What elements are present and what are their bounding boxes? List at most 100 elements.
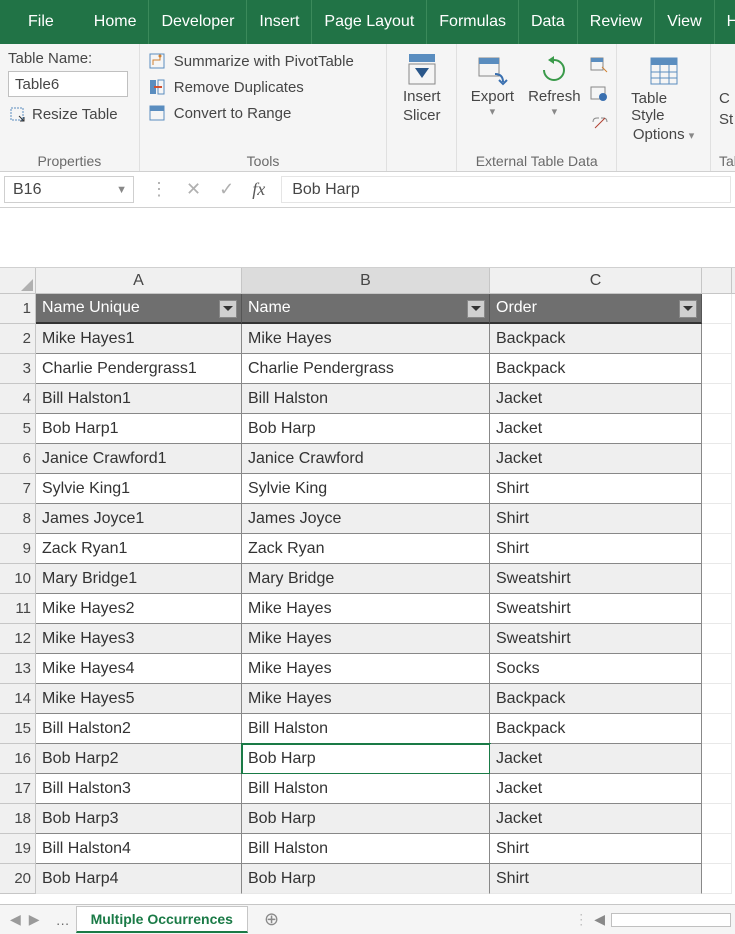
name-box[interactable]: B16 ▼	[4, 176, 134, 203]
tab-page-layout[interactable]: Page Layout	[312, 0, 427, 44]
cell-B13[interactable]: Mike Hayes	[242, 654, 490, 684]
cell-A19[interactable]: Bill Halston4	[36, 834, 242, 864]
sheet-overflow-icon[interactable]: …	[50, 912, 76, 928]
cell-C7[interactable]: Shirt	[490, 474, 702, 504]
row-header-15[interactable]: 15	[0, 714, 36, 744]
sheet-nav-prev-icon[interactable]: ◀	[10, 911, 21, 928]
resize-table-button[interactable]: Resize Table	[8, 105, 131, 123]
cell-B3[interactable]: Charlie Pendergrass	[242, 354, 490, 384]
cell-A3[interactable]: Charlie Pendergrass1	[36, 354, 242, 384]
cell-A13[interactable]: Mike Hayes4	[36, 654, 242, 684]
cell-empty[interactable]	[702, 474, 732, 504]
row-header-4[interactable]: 4	[0, 384, 36, 414]
sheet-nav-next-icon[interactable]: ▶	[29, 911, 40, 928]
cell-A14[interactable]: Mike Hayes5	[36, 684, 242, 714]
cell-C15[interactable]: Backpack	[490, 714, 702, 744]
row-header-12[interactable]: 12	[0, 624, 36, 654]
cell-A15[interactable]: Bill Halston2	[36, 714, 242, 744]
cell-B8[interactable]: James Joyce	[242, 504, 490, 534]
row-header-1[interactable]: 1	[0, 294, 36, 324]
cell-empty[interactable]	[702, 294, 732, 324]
table-name-input[interactable]	[8, 71, 128, 97]
table-style-options-button[interactable]: Table Style Options ▾	[625, 50, 702, 147]
cell-empty[interactable]	[702, 624, 732, 654]
row-header-10[interactable]: 10	[0, 564, 36, 594]
cell-B10[interactable]: Mary Bridge	[242, 564, 490, 594]
insert-slicer-button[interactable]: Insert Slicer	[389, 48, 454, 128]
cell-empty[interactable]	[702, 414, 732, 444]
col-header-A[interactable]: A	[36, 268, 242, 293]
add-sheet-button[interactable]: ⊕	[248, 909, 295, 930]
cell-A16[interactable]: Bob Harp2	[36, 744, 242, 774]
convert-range-button[interactable]: Convert to Range	[148, 104, 379, 122]
enter-icon[interactable]: ✓	[219, 179, 234, 200]
tab-developer[interactable]: Developer	[149, 0, 247, 44]
row-header-9[interactable]: 9	[0, 534, 36, 564]
cell-A6[interactable]: Janice Crawford1	[36, 444, 242, 474]
row-header-11[interactable]: 11	[0, 594, 36, 624]
cell-C19[interactable]: Shirt	[490, 834, 702, 864]
row-header-7[interactable]: 7	[0, 474, 36, 504]
formula-input[interactable]: Bob Harp	[281, 176, 731, 203]
row-header-17[interactable]: 17	[0, 774, 36, 804]
name-box-dropdown-icon[interactable]: ▼	[116, 184, 127, 196]
cell-C17[interactable]: Jacket	[490, 774, 702, 804]
filter-button-B[interactable]	[467, 300, 485, 318]
select-all-corner[interactable]	[0, 268, 36, 293]
cell-A10[interactable]: Mary Bridge1	[36, 564, 242, 594]
cell-empty[interactable]	[702, 684, 732, 714]
cell-empty[interactable]	[702, 714, 732, 744]
cell-A9[interactable]: Zack Ryan1	[36, 534, 242, 564]
spreadsheet-grid[interactable]: A B C 1Name UniqueNameOrder2Mike Hayes1M…	[0, 268, 735, 894]
cell-empty[interactable]	[702, 654, 732, 684]
cell-empty[interactable]	[702, 834, 732, 864]
cell-B7[interactable]: Sylvie King	[242, 474, 490, 504]
cell-B16[interactable]: Bob Harp	[242, 744, 490, 774]
cell-A5[interactable]: Bob Harp1	[36, 414, 242, 444]
cell-empty[interactable]	[702, 504, 732, 534]
row-header-8[interactable]: 8	[0, 504, 36, 534]
export-button[interactable]: Export ▾	[465, 50, 520, 137]
cell-empty[interactable]	[702, 594, 732, 624]
row-header-20[interactable]: 20	[0, 864, 36, 894]
row-header-3[interactable]: 3	[0, 354, 36, 384]
col-header-B[interactable]: B	[242, 268, 490, 293]
cell-C12[interactable]: Sweatshirt	[490, 624, 702, 654]
row-header-18[interactable]: 18	[0, 804, 36, 834]
cell-B15[interactable]: Bill Halston	[242, 714, 490, 744]
cell-A17[interactable]: Bill Halston3	[36, 774, 242, 804]
cell-B19[interactable]: Bill Halston	[242, 834, 490, 864]
cell-empty[interactable]	[702, 564, 732, 594]
tab-insert[interactable]: Insert	[247, 0, 312, 44]
cell-C5[interactable]: Jacket	[490, 414, 702, 444]
cell-A7[interactable]: Sylvie King1	[36, 474, 242, 504]
row-header-6[interactable]: 6	[0, 444, 36, 474]
cell-B12[interactable]: Mike Hayes	[242, 624, 490, 654]
tab-formulas[interactable]: Formulas	[427, 0, 519, 44]
cell-C3[interactable]: Backpack	[490, 354, 702, 384]
tab-file[interactable]: File	[0, 0, 82, 44]
cell-A11[interactable]: Mike Hayes2	[36, 594, 242, 624]
cell-A4[interactable]: Bill Halston1	[36, 384, 242, 414]
tab-help[interactable]: Help	[715, 0, 735, 44]
tab-view[interactable]: View	[655, 0, 714, 44]
fx-icon[interactable]: fx	[252, 179, 265, 200]
table-header-C[interactable]: Order	[490, 294, 702, 324]
tab-home[interactable]: Home	[82, 0, 150, 44]
sheet-tab-active[interactable]: Multiple Occurrences	[76, 906, 248, 933]
cell-empty[interactable]	[702, 804, 732, 834]
cell-empty[interactable]	[702, 324, 732, 354]
cell-B9[interactable]: Zack Ryan	[242, 534, 490, 564]
tab-data[interactable]: Data	[519, 0, 578, 44]
cell-empty[interactable]	[702, 774, 732, 804]
cell-B2[interactable]: Mike Hayes	[242, 324, 490, 354]
cell-C16[interactable]: Jacket	[490, 744, 702, 774]
hscroll-track[interactable]	[611, 913, 731, 927]
cell-B5[interactable]: Bob Harp	[242, 414, 490, 444]
cell-empty[interactable]	[702, 534, 732, 564]
cancel-icon[interactable]: ✕	[186, 179, 201, 200]
remove-duplicates-button[interactable]: Remove Duplicates	[148, 78, 379, 96]
row-header-13[interactable]: 13	[0, 654, 36, 684]
table-header-B[interactable]: Name	[242, 294, 490, 324]
col-header-D[interactable]	[702, 268, 732, 293]
